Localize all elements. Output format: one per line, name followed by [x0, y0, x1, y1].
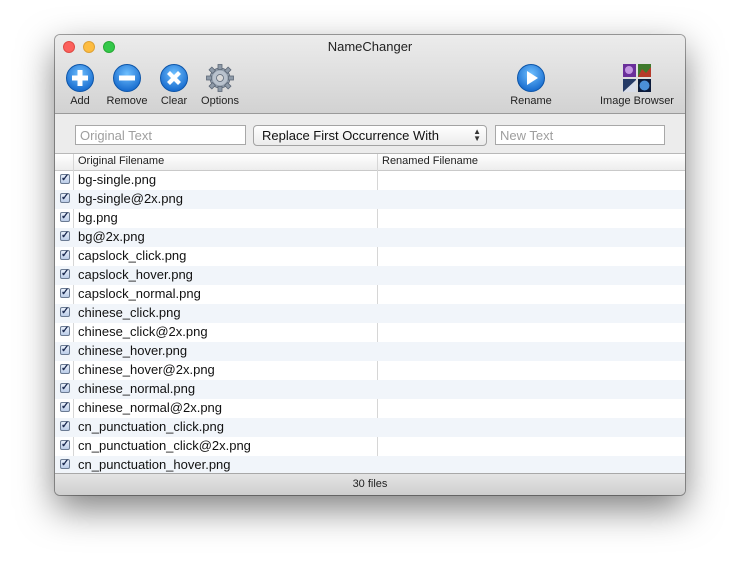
window-title: NameChanger: [327, 39, 413, 54]
rename-controls: Replace First Occurrence With ▲▼: [55, 115, 685, 153]
table-row[interactable]: ✓ capslock_click.png: [55, 247, 685, 266]
new-text-field[interactable]: [495, 125, 665, 145]
row-checkbox[interactable]: ✓: [60, 459, 70, 469]
row-checkbox[interactable]: ✓: [60, 174, 70, 184]
original-filename: capslock_hover.png: [78, 267, 193, 282]
row-checkbox[interactable]: ✓: [60, 421, 70, 431]
x-circle-icon: [160, 64, 188, 92]
table-row[interactable]: ✓ capslock_normal.png: [55, 285, 685, 304]
original-filename: chinese_normal@2x.png: [78, 400, 223, 415]
row-checkbox[interactable]: ✓: [60, 345, 70, 355]
table-row[interactable]: ✓ bg-single@2x.png: [55, 190, 685, 209]
original-filename: chinese_click.png: [78, 305, 181, 320]
play-circle-icon: [517, 64, 545, 92]
original-filename: cn_punctuation_click.png: [78, 419, 224, 434]
row-checkbox[interactable]: ✓: [60, 250, 70, 260]
row-checkbox[interactable]: ✓: [60, 326, 70, 336]
original-filename: chinese_normal.png: [78, 381, 196, 396]
row-checkbox[interactable]: ✓: [60, 364, 70, 374]
namechanger-window: NameChanger Add Remove Clear Options Ren…: [55, 35, 685, 495]
original-filename: bg.png: [78, 210, 118, 225]
add-button[interactable]: Add: [63, 63, 97, 111]
original-filename: bg-single.png: [78, 172, 157, 187]
image-browser-button[interactable]: Image Browser: [595, 63, 679, 111]
table-row[interactable]: ✓ capslock_hover.png: [55, 266, 685, 285]
original-filename: cn_punctuation_hover.png: [78, 457, 231, 472]
rename-label: Rename: [510, 95, 552, 107]
status-bar: 30 files: [55, 473, 685, 495]
table-row[interactable]: ✓ chinese_click.png: [55, 304, 685, 323]
table-row[interactable]: ✓ chinese_hover.png: [55, 342, 685, 361]
original-filename: chinese_hover.png: [78, 343, 188, 358]
table-row[interactable]: ✓ chinese_normal@2x.png: [55, 399, 685, 418]
table-row[interactable]: ✓ chinese_normal.png: [55, 380, 685, 399]
file-count: 30 files: [352, 478, 388, 490]
clear-label: Clear: [160, 95, 188, 107]
original-filename: capslock_click.png: [78, 248, 187, 263]
minus-circle-icon: [113, 64, 141, 92]
table-row[interactable]: ✓ cn_punctuation_click@2x.png: [55, 437, 685, 456]
row-checkbox[interactable]: ✓: [60, 288, 70, 298]
plus-circle-icon: [66, 64, 94, 92]
row-checkbox[interactable]: ✓: [60, 440, 70, 450]
rename-mode-selected: Replace First Occurrence With: [262, 128, 439, 143]
file-table: Original Filename Renamed Filename ✓ bg-s…: [55, 153, 685, 473]
table-row[interactable]: ✓ cn_punctuation_hover.png: [55, 456, 685, 473]
original-text-field[interactable]: [75, 125, 246, 145]
original-filename: bg@2x.png: [78, 229, 145, 244]
options-button[interactable]: Options: [197, 63, 243, 111]
photo-grid-icon: [623, 64, 651, 92]
row-checkbox[interactable]: ✓: [60, 383, 70, 393]
column-renamed-filename[interactable]: Renamed Filename: [382, 155, 478, 167]
table-row[interactable]: ✓ chinese_hover@2x.png: [55, 361, 685, 380]
remove-label: Remove: [106, 95, 148, 107]
image-browser-label: Image Browser: [600, 95, 674, 107]
row-checkbox[interactable]: ✓: [60, 193, 70, 203]
column-original-filename[interactable]: Original Filename: [78, 155, 164, 167]
original-filename: chinese_hover@2x.png: [78, 362, 215, 377]
rename-button[interactable]: Rename: [508, 63, 554, 111]
table-row[interactable]: ✓ bg-single.png: [55, 171, 685, 190]
row-checkbox[interactable]: ✓: [60, 402, 70, 412]
table-header: Original Filename Renamed Filename: [55, 154, 685, 171]
clear-button[interactable]: Clear: [157, 63, 191, 111]
title-toolbar: NameChanger Add Remove Clear Options Ren…: [55, 35, 685, 114]
popup-arrows-icon: ▲ ▼: [473, 127, 481, 143]
table-row[interactable]: ✓ chinese_click@2x.png: [55, 323, 685, 342]
original-filename: bg-single@2x.png: [78, 191, 183, 206]
rename-mode-popup[interactable]: Replace First Occurrence With ▲ ▼: [253, 125, 487, 146]
original-filename: chinese_click@2x.png: [78, 324, 208, 339]
remove-button[interactable]: Remove: [104, 63, 150, 111]
table-row[interactable]: ✓ cn_punctuation_click.png: [55, 418, 685, 437]
row-checkbox[interactable]: ✓: [60, 269, 70, 279]
gear-icon: [206, 64, 234, 92]
table-row[interactable]: ✓ bg.png: [55, 209, 685, 228]
add-label: Add: [70, 95, 90, 107]
row-checkbox[interactable]: ✓: [60, 231, 70, 241]
original-filename: cn_punctuation_click@2x.png: [78, 438, 251, 453]
row-checkbox[interactable]: ✓: [60, 307, 70, 317]
options-label: Options: [201, 95, 239, 107]
original-filename: capslock_normal.png: [78, 286, 201, 301]
row-checkbox[interactable]: ✓: [60, 212, 70, 222]
table-row[interactable]: ✓ bg@2x.png: [55, 228, 685, 247]
